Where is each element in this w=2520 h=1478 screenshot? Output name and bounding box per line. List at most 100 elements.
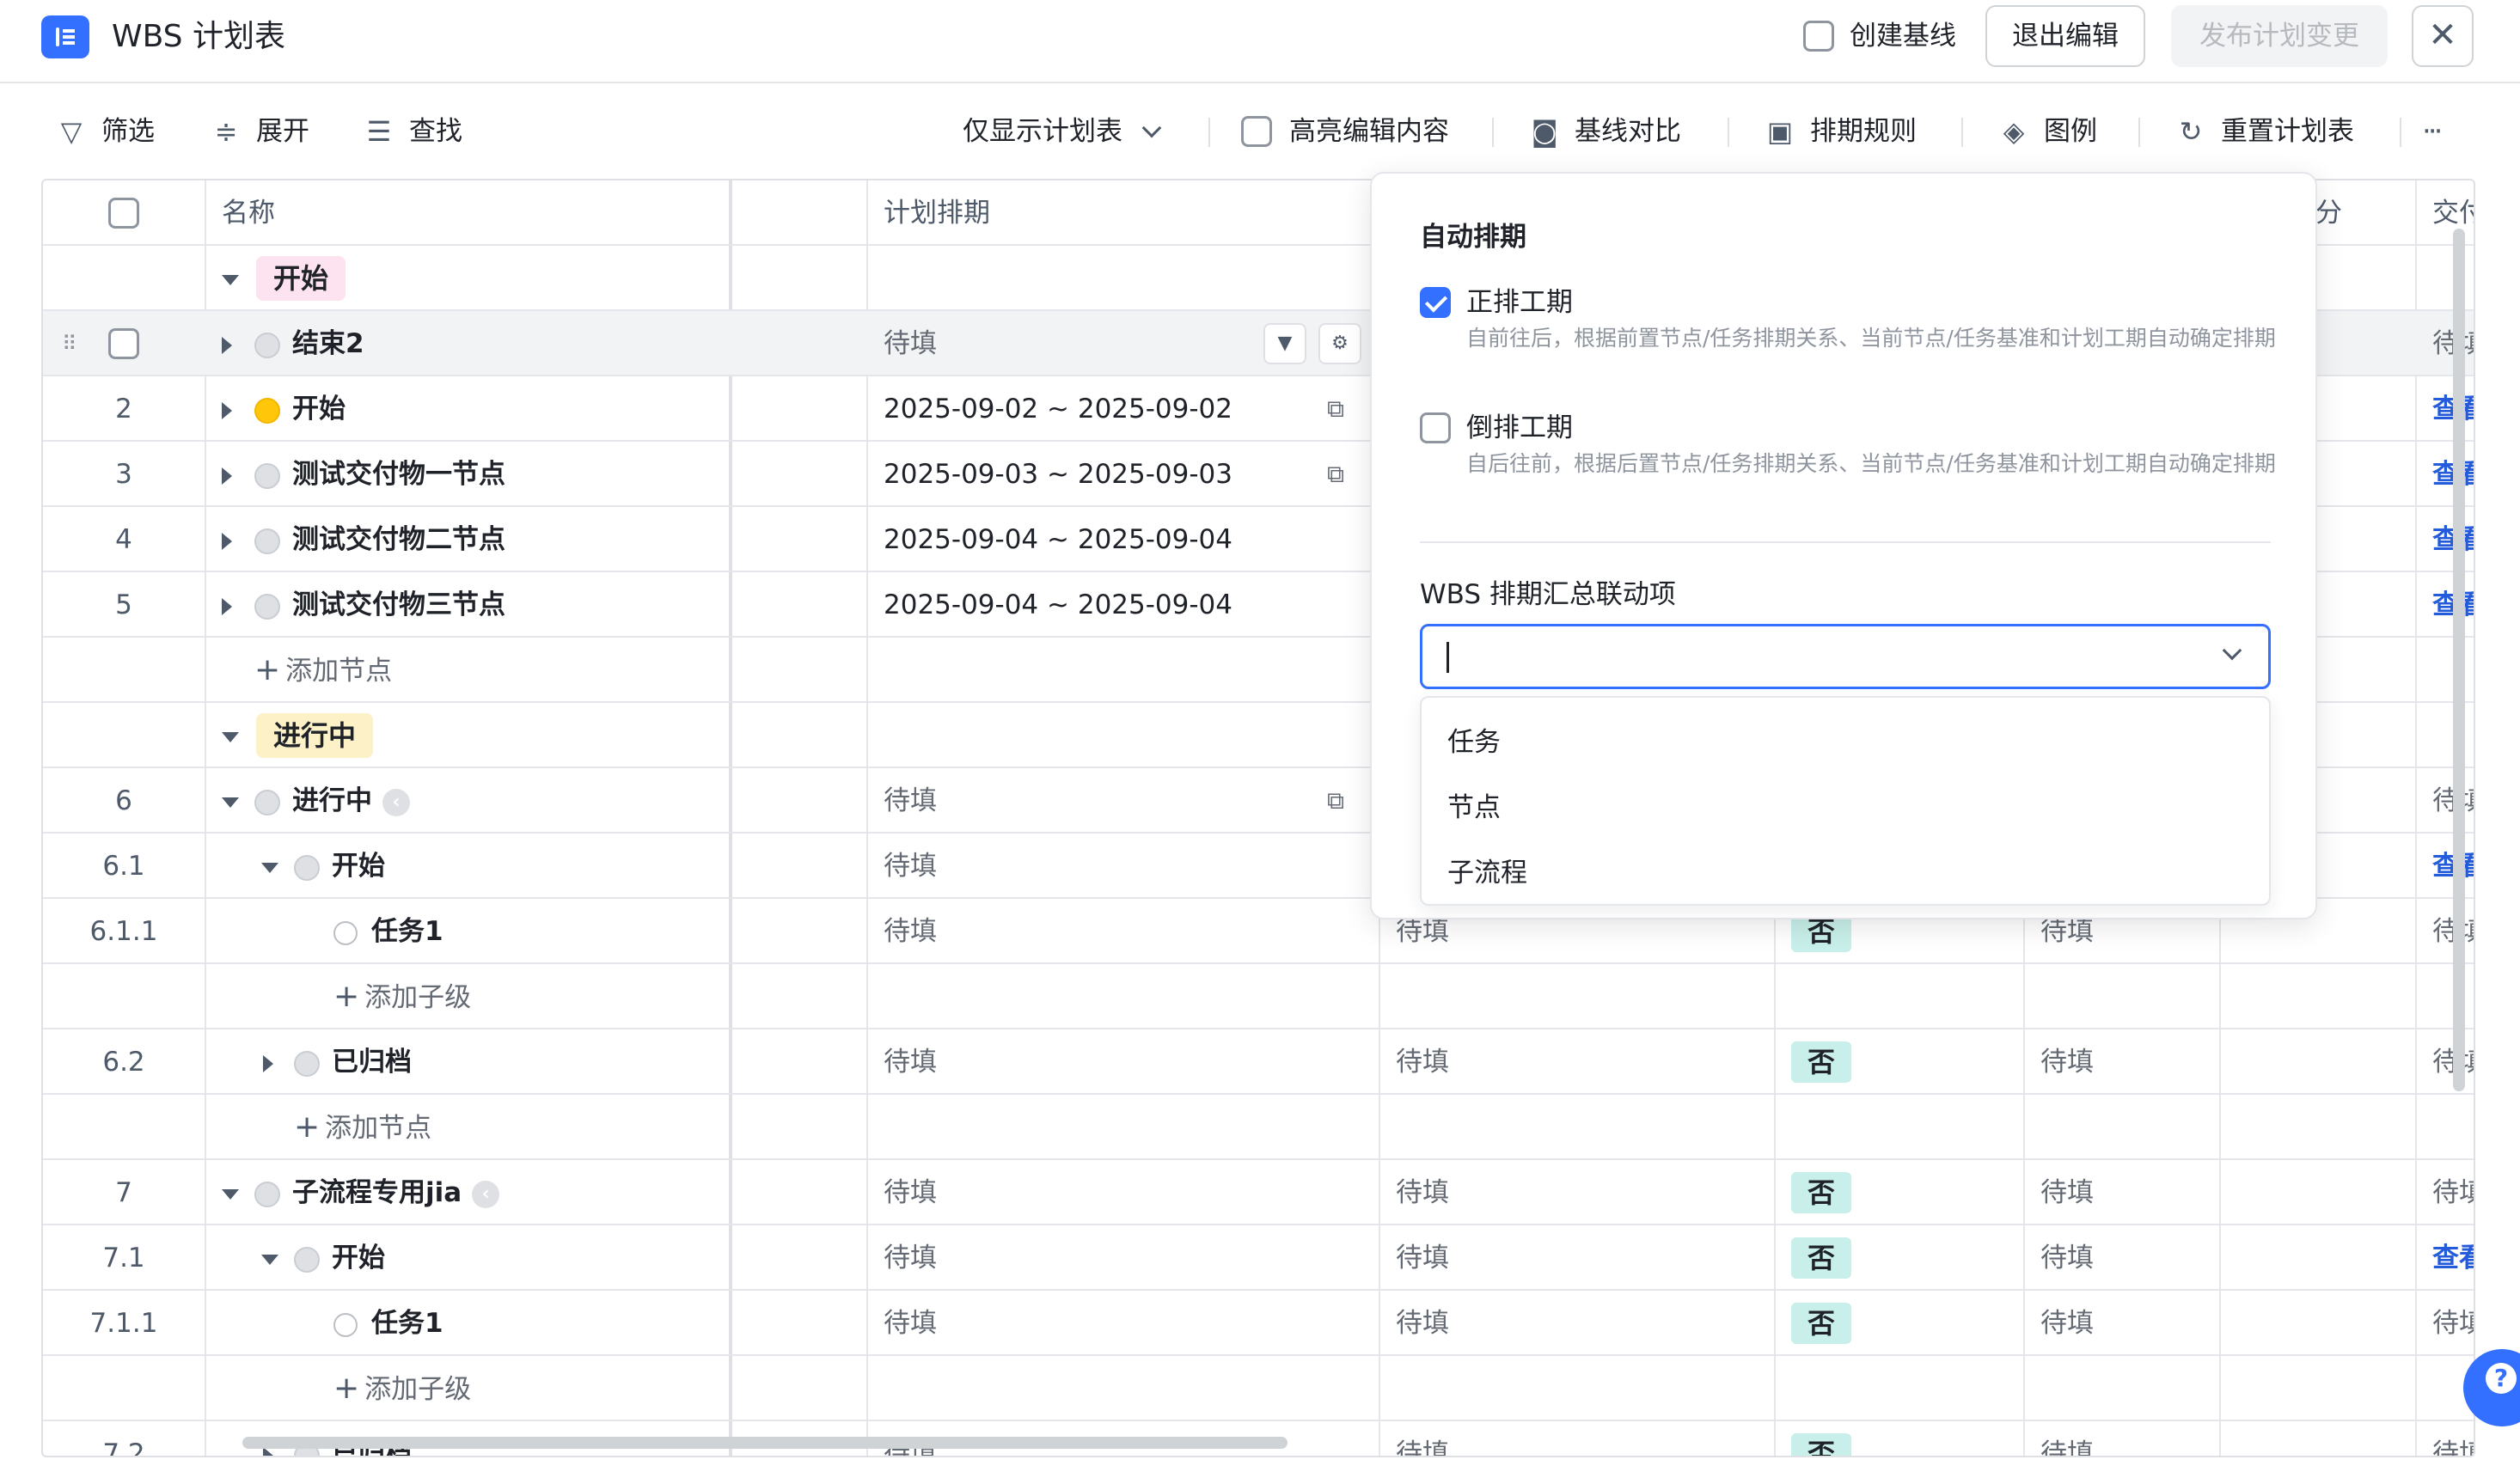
create-baseline-label[interactable]: 创建基线 bbox=[1850, 15, 1956, 57]
schedule-rules-button[interactable]: ▣ 排期规则 bbox=[1765, 99, 1917, 164]
add-node-button[interactable]: + 添加节点 bbox=[294, 1095, 431, 1160]
caret-down-icon[interactable] bbox=[222, 274, 239, 285]
deliverable-view-link[interactable]: 查看 bbox=[2432, 1225, 2474, 1291]
close-icon[interactable]: ✕ bbox=[2412, 5, 2474, 67]
row-expander[interactable] bbox=[261, 1225, 278, 1291]
horizontal-scrollbar[interactable] bbox=[242, 1437, 1288, 1449]
expand-button[interactable]: ≑ 展开 bbox=[211, 99, 309, 164]
row-name[interactable]: 测试交付物二节点 bbox=[292, 507, 505, 572]
reset-plan-button[interactable]: ↻ 重置计划表 bbox=[2176, 99, 2354, 164]
row-name[interactable]: 开始 bbox=[292, 376, 346, 442]
caret-right-icon[interactable] bbox=[222, 532, 232, 550]
status-badge[interactable]: 否 bbox=[1791, 1433, 1851, 1456]
legend-button[interactable]: ◈ 图例 bbox=[1999, 99, 2097, 164]
chevron-down-icon[interactable] bbox=[2222, 640, 2242, 661]
deliverable-cell[interactable]: 待填 bbox=[2432, 1421, 2474, 1456]
view-select[interactable]: 仅显示计划表 bbox=[963, 99, 1162, 164]
row-expander[interactable] bbox=[263, 1029, 273, 1095]
row-name[interactable]: 结束2 bbox=[292, 311, 364, 376]
copy-icon[interactable]: ⧉ bbox=[1327, 787, 1344, 815]
plan-schedule-cell[interactable]: 2025-09-02 ~ 2025-09-02 bbox=[884, 376, 1232, 442]
highlight-edits-checkbox[interactable] bbox=[1241, 116, 1272, 147]
highlight-edits-toggle[interactable]: 高亮编辑内容 bbox=[1241, 99, 1449, 164]
table-cell[interactable]: 待填 bbox=[1396, 1291, 1449, 1356]
column-header-name[interactable]: 名称 bbox=[222, 180, 275, 246]
caret-down-icon[interactable] bbox=[261, 1254, 278, 1265]
caret-right-icon[interactable] bbox=[263, 1054, 273, 1072]
row-name[interactable]: 任务1 bbox=[371, 1291, 443, 1356]
publish-plan-change-button[interactable]: 发布计划变更 bbox=[2171, 5, 2388, 67]
row-name[interactable]: 测试交付物一节点 bbox=[292, 442, 505, 507]
table-cell[interactable]: 待填 bbox=[1396, 1029, 1449, 1095]
status-badge[interactable]: 否 bbox=[1791, 1172, 1851, 1213]
row-expander[interactable] bbox=[222, 442, 232, 507]
row-name[interactable]: 已归档 bbox=[332, 1029, 412, 1095]
row-expander[interactable] bbox=[222, 507, 232, 572]
row-name[interactable]: 子流程专用jia ‹ bbox=[292, 1160, 500, 1225]
plan-schedule-cell[interactable]: 待填 bbox=[884, 1029, 937, 1095]
forward-schedule-checkbox[interactable] bbox=[1420, 287, 1451, 318]
plan-schedule-cell[interactable]: 待填 bbox=[884, 834, 937, 899]
table-row[interactable]: 7.1.1 任务1 待填 待填 否 待填 待填 bbox=[43, 1291, 2474, 1356]
table-cell[interactable]: 待填 bbox=[1396, 1225, 1449, 1291]
row-expander[interactable] bbox=[261, 834, 278, 899]
table-cell[interactable]: 待填 bbox=[2040, 1160, 2094, 1225]
caret-down-icon[interactable] bbox=[261, 862, 278, 873]
plan-schedule-cell[interactable]: 待填 bbox=[884, 1225, 937, 1291]
plan-schedule-cell[interactable]: 2025-09-03 ~ 2025-09-03 bbox=[884, 442, 1232, 507]
deliverable-cell[interactable]: 待填 bbox=[2432, 1160, 2474, 1225]
status-badge[interactable]: 否 bbox=[1791, 1237, 1851, 1279]
row-expander[interactable] bbox=[222, 376, 232, 442]
group-expander[interactable] bbox=[222, 703, 239, 768]
add-child-button[interactable]: + 添加子级 bbox=[333, 964, 471, 1029]
more-icon[interactable]: ··· bbox=[2422, 99, 2444, 164]
table-cell[interactable]: 待填 bbox=[2040, 1029, 2094, 1095]
row-expander[interactable] bbox=[222, 572, 232, 638]
find-button[interactable]: ☰ 查找 bbox=[364, 99, 462, 164]
deliverable-cell[interactable]: 待填 bbox=[2432, 1291, 2474, 1356]
status-badge[interactable]: 否 bbox=[1791, 1303, 1851, 1344]
option-task[interactable]: 任务 bbox=[1447, 710, 1501, 775]
add-node-button[interactable]: + 添加节点 bbox=[254, 638, 392, 703]
caret-down-icon[interactable] bbox=[222, 797, 239, 808]
table-row[interactable]: 7.1 开始 待填 待填 否 待填 查看 bbox=[43, 1225, 2474, 1291]
backward-schedule-label[interactable]: 倒排工期 bbox=[1466, 409, 1573, 447]
plan-schedule-cell[interactable]: 2025-09-04 ~ 2025-09-04 bbox=[884, 507, 1232, 572]
plan-schedule-cell[interactable]: 待填 bbox=[884, 1160, 937, 1225]
table-row[interactable]: 6.2 已归档 待填 待填 否 待填 待填 bbox=[43, 1029, 2474, 1095]
group-expander[interactable] bbox=[222, 246, 239, 311]
row-name[interactable]: 开始 bbox=[332, 834, 385, 899]
create-baseline-checkbox[interactable] bbox=[1803, 21, 1834, 52]
status-badge[interactable]: 否 bbox=[1791, 1041, 1851, 1083]
table-cell[interactable]: 待填 bbox=[1396, 1421, 1449, 1456]
caret-down-icon[interactable] bbox=[222, 731, 239, 742]
row-expander[interactable] bbox=[222, 768, 239, 834]
caret-right-icon[interactable] bbox=[222, 401, 232, 419]
plan-schedule-cell[interactable]: 待填 bbox=[884, 1291, 937, 1356]
wbs-linkage-select[interactable] bbox=[1420, 624, 2271, 689]
select-all-checkbox[interactable] bbox=[108, 198, 139, 229]
dropdown-toggle-icon[interactable]: ▼ bbox=[1263, 323, 1306, 364]
column-header-score[interactable]: 分 bbox=[2315, 180, 2342, 246]
plan-schedule-cell[interactable]: 待填 bbox=[884, 311, 937, 376]
table-cell[interactable]: 待填 bbox=[2040, 1291, 2094, 1356]
filter-button[interactable]: ▽ 筛选 bbox=[57, 99, 155, 164]
plan-schedule-cell[interactable]: 待填 bbox=[884, 768, 937, 834]
row-name[interactable]: 任务1 bbox=[371, 899, 443, 964]
row-name[interactable]: 进行中 ‹ bbox=[292, 768, 410, 834]
drag-handle-icon[interactable]: ⠿ bbox=[62, 332, 78, 356]
forward-schedule-label[interactable]: 正排工期 bbox=[1466, 284, 1573, 321]
plan-schedule-cell[interactable]: 2025-09-04 ~ 2025-09-04 bbox=[884, 572, 1232, 638]
caret-right-icon[interactable] bbox=[222, 597, 232, 615]
table-cell[interactable]: 待填 bbox=[2040, 1421, 2094, 1456]
caret-right-icon[interactable] bbox=[222, 336, 232, 354]
backward-schedule-checkbox[interactable] bbox=[1420, 412, 1451, 443]
exit-edit-button[interactable]: 退出编辑 bbox=[1985, 5, 2145, 67]
copy-icon[interactable]: ⧉ bbox=[1327, 461, 1344, 488]
vertical-scrollbar[interactable] bbox=[2453, 229, 2465, 1091]
caret-right-icon[interactable] bbox=[222, 467, 232, 485]
column-header-plan-schedule[interactable]: 计划排期 bbox=[884, 180, 990, 246]
add-child-button[interactable]: + 添加子级 bbox=[333, 1356, 471, 1421]
row-name[interactable]: 测试交付物三节点 bbox=[292, 572, 505, 638]
row-expander[interactable] bbox=[222, 1160, 239, 1225]
